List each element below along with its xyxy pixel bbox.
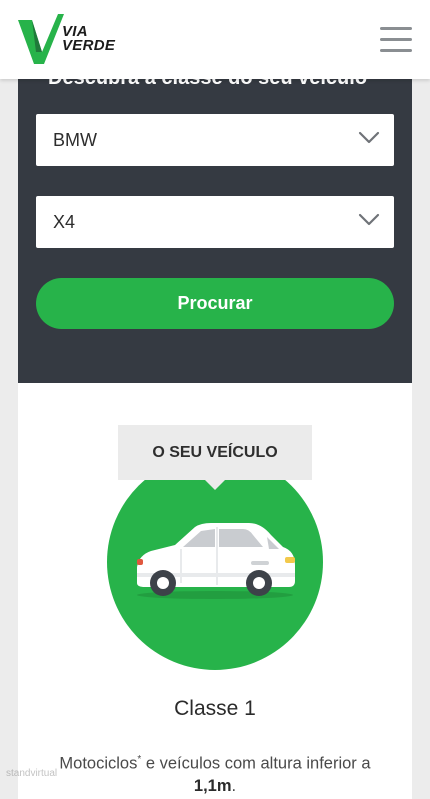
- make-select[interactable]: BMW: [36, 114, 394, 166]
- desc-prefix: Motociclos: [59, 754, 138, 773]
- vehicle-class-description: Motociclos* e veículos com altura inferi…: [38, 749, 392, 797]
- model-select[interactable]: X4: [36, 196, 394, 248]
- desc-middle: e veículos com altura inferior a: [141, 754, 371, 773]
- desc-suffix: .: [231, 776, 237, 795]
- search-heading: Descubra a classe do seu veículo: [48, 79, 388, 90]
- car-icon: [137, 523, 295, 599]
- make-select-value: BMW: [53, 130, 97, 150]
- chevron-down-icon: [358, 131, 380, 144]
- vehicle-search-panel: Descubra a classe do seu veículo BMW X4 …: [18, 79, 412, 383]
- vehicle-tag-pointer: [205, 480, 225, 490]
- model-select-value: X4: [53, 212, 76, 232]
- hamburger-menu-icon[interactable]: [380, 27, 412, 53]
- vehicle-result-panel: O SEU VEÍCULO Classe 1 Motociclos* e veí…: [18, 383, 412, 799]
- site-header: VIA VERDE: [0, 0, 430, 79]
- logo-line-2: VERDE: [62, 37, 116, 54]
- desc-height: 1,1m: [193, 776, 232, 795]
- logo-text: VIA VERDE: [62, 24, 116, 54]
- vehicle-class-title: Classe 1: [174, 697, 256, 720]
- vehicle-tag: O SEU VEÍCULO: [118, 425, 312, 480]
- watermark: standvirtual: [6, 768, 58, 779]
- chevron-down-icon: [358, 213, 380, 226]
- search-button[interactable]: Procurar: [36, 278, 394, 329]
- logo-v-icon: [18, 14, 64, 64]
- via-verde-logo[interactable]: VIA VERDE: [18, 14, 118, 66]
